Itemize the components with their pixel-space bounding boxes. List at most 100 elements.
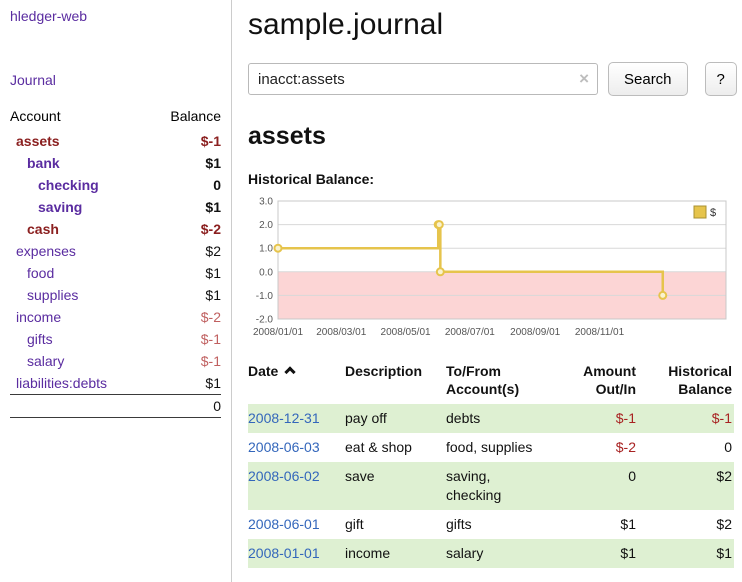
sidebar-account-link-salary[interactable]: salary xyxy=(27,353,64,369)
sidebar-account-link-food[interactable]: food xyxy=(27,265,54,281)
svg-text:2008/07/01: 2008/07/01 xyxy=(445,327,495,338)
register-accounts: saving, checking xyxy=(446,462,556,510)
sidebar: hledger-web Journal Account Balance asse… xyxy=(0,0,232,582)
historical-balance-chart: 3.02.01.00.0-1.0-2.02008/01/012008/03/01… xyxy=(248,193,734,343)
register-balance: 0 xyxy=(638,433,734,462)
register-header-description: Description xyxy=(345,358,446,404)
register-date-link[interactable]: 2008-06-01 xyxy=(248,516,320,532)
register-header-amount: Amount Out/In xyxy=(556,358,638,404)
svg-text:2.0: 2.0 xyxy=(259,220,273,231)
account-balance: $1 xyxy=(149,284,221,306)
svg-text:2008/01/01: 2008/01/01 xyxy=(253,327,303,338)
account-row: supplies $1 xyxy=(10,284,221,306)
sidebar-account-link-expenses[interactable]: expenses xyxy=(16,243,76,259)
register-balance: $-1 xyxy=(638,404,734,433)
account-row: bank $1 xyxy=(10,152,221,174)
register-row: 2008-06-03eat & shopfood, supplies$-20 xyxy=(248,433,734,462)
account-balance: $1 xyxy=(149,152,221,174)
svg-text:2008/05/01: 2008/05/01 xyxy=(381,327,431,338)
register-row: 2008-06-01 giftgifts$1$2 xyxy=(248,510,734,539)
register-header-tofrom: To/From Account(s) xyxy=(446,358,556,404)
sidebar-account-link-liabilities:debts[interactable]: liabilities:debts xyxy=(16,375,107,391)
account-balance: $1 xyxy=(149,196,221,218)
accounts-table: Account Balance assets $-1 bank $1 checking 0… xyxy=(10,104,221,418)
account-row: checking 0 xyxy=(10,174,221,196)
sidebar-account-link-supplies[interactable]: supplies xyxy=(27,287,78,303)
svg-text:$: $ xyxy=(710,207,716,219)
sidebar-account-link-saving[interactable]: saving xyxy=(38,199,82,215)
sidebar-account-link-income[interactable]: income xyxy=(16,309,61,325)
account-row: salary $-1 xyxy=(10,350,221,372)
nav-journal-link[interactable]: Journal xyxy=(10,72,221,88)
register-header-historical: Historical Balance xyxy=(638,358,734,404)
register-header-label: Description xyxy=(345,363,422,379)
account-heading: assets xyxy=(248,122,737,151)
account-row: saving $1 xyxy=(10,196,221,218)
register-header-row: Date Description To/From Account(s) Amount … xyxy=(248,358,734,404)
svg-text:1.0: 1.0 xyxy=(259,244,273,255)
register-balance: $2 xyxy=(638,462,734,510)
register-row: 2008-12-31pay offdebts$-1$-1 xyxy=(248,404,734,433)
accounts-total-row: 0 xyxy=(10,395,221,418)
register-description: save xyxy=(345,462,446,510)
register-header-label: To/From Account(s) xyxy=(446,363,519,397)
accounts-header-row: Account Balance xyxy=(10,104,221,130)
register-amount: $1 xyxy=(556,539,638,568)
register-amount: 0 xyxy=(556,462,638,510)
account-balance: $-1 xyxy=(149,130,221,152)
svg-text:-2.0: -2.0 xyxy=(256,315,274,326)
register-balance: $1 xyxy=(638,539,734,568)
accounts-total-value: 0 xyxy=(149,395,221,418)
sidebar-account-link-cash[interactable]: cash xyxy=(27,221,59,237)
register-accounts: gifts xyxy=(446,510,556,539)
register-date-link[interactable]: 2008-06-02 xyxy=(248,468,320,484)
account-balance: $2 xyxy=(149,240,221,262)
account-balance: 0 xyxy=(149,174,221,196)
svg-text:3.0: 3.0 xyxy=(259,197,273,208)
register-accounts: salary xyxy=(446,539,556,568)
search-bar: × Search ? xyxy=(248,62,737,96)
sidebar-account-link-checking[interactable]: checking xyxy=(38,177,99,193)
register-balance: $2 xyxy=(638,510,734,539)
register-header-label: Amount Out/In xyxy=(583,363,636,397)
register-header-date[interactable]: Date xyxy=(248,358,345,404)
register-row: 2008-01-01incomesalary$1$1 xyxy=(248,539,734,568)
register-header-label: Date xyxy=(248,363,278,379)
account-balance: $-1 xyxy=(149,328,221,350)
page-title: sample.journal xyxy=(248,8,737,42)
register-description: eat & shop xyxy=(345,433,446,462)
register-amount: $-1 xyxy=(556,404,638,433)
sidebar-account-link-bank[interactable]: bank xyxy=(27,155,60,171)
register-date-link[interactable]: 2008-01-01 xyxy=(248,545,320,561)
register-amount: $-2 xyxy=(556,433,638,462)
account-balance: $-2 xyxy=(149,218,221,240)
help-button[interactable]: ? xyxy=(705,62,737,96)
svg-text:2008/11/01: 2008/11/01 xyxy=(575,327,625,338)
register-date-link[interactable]: 2008-12-31 xyxy=(248,410,320,426)
app-title-link[interactable]: hledger-web xyxy=(10,8,221,24)
register-date-link[interactable]: 2008-06-03 xyxy=(248,439,320,455)
sort-ascending-icon xyxy=(285,366,296,377)
accounts-header-account: Account xyxy=(10,104,149,130)
accounts-header-balance: Balance xyxy=(149,104,221,130)
account-balance: $1 xyxy=(149,372,221,395)
register-row: 2008-06-02 savesaving, checking0$2 xyxy=(248,462,734,510)
main-content: sample.journal × Search ? assets Histori… xyxy=(232,0,742,582)
register-amount: $1 xyxy=(556,510,638,539)
svg-text:2008/09/01: 2008/09/01 xyxy=(510,327,560,338)
search-input[interactable] xyxy=(248,63,598,95)
register-description: pay off xyxy=(345,404,446,433)
register-description: gift xyxy=(345,510,446,539)
search-box: × xyxy=(248,63,598,95)
account-row: income$-2 xyxy=(10,306,221,328)
account-balance: $-1 xyxy=(149,350,221,372)
sidebar-account-link-assets[interactable]: assets xyxy=(16,133,60,149)
app-root: hledger-web Journal Account Balance asse… xyxy=(0,0,742,582)
search-button[interactable]: Search xyxy=(608,62,688,96)
account-row: gifts $-1 xyxy=(10,328,221,350)
sidebar-account-link-gifts[interactable]: gifts xyxy=(27,331,53,347)
clear-search-icon[interactable]: × xyxy=(579,70,589,87)
svg-text:-1.0: -1.0 xyxy=(256,291,274,302)
account-row: cash $-2 xyxy=(10,218,221,240)
account-balance: $1 xyxy=(149,262,221,284)
